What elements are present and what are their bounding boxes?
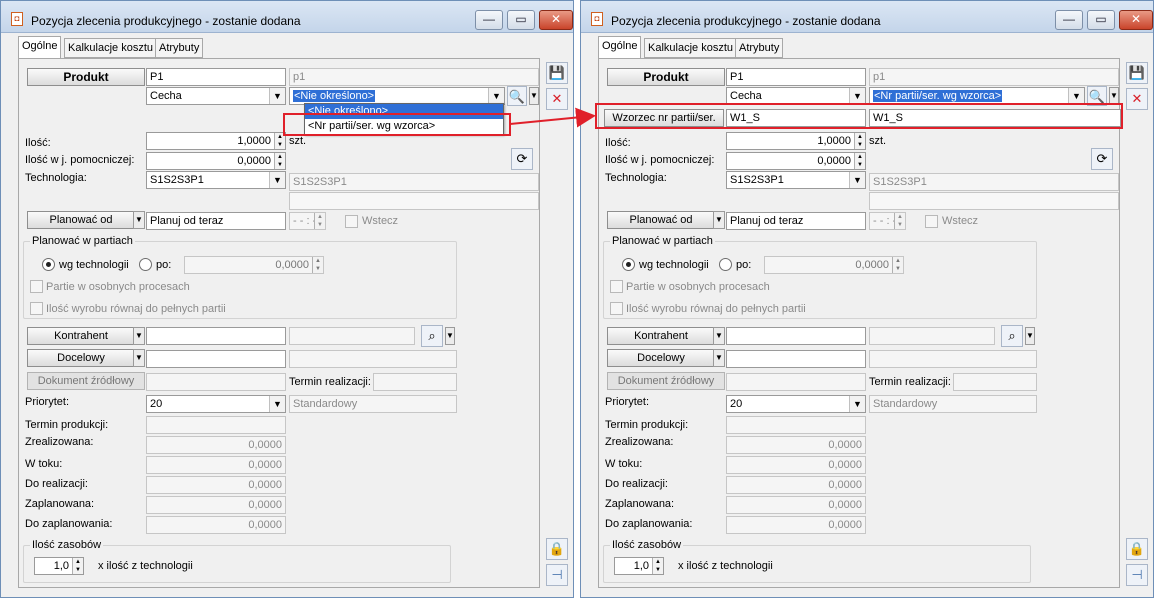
annotation-arrow xyxy=(509,107,596,128)
